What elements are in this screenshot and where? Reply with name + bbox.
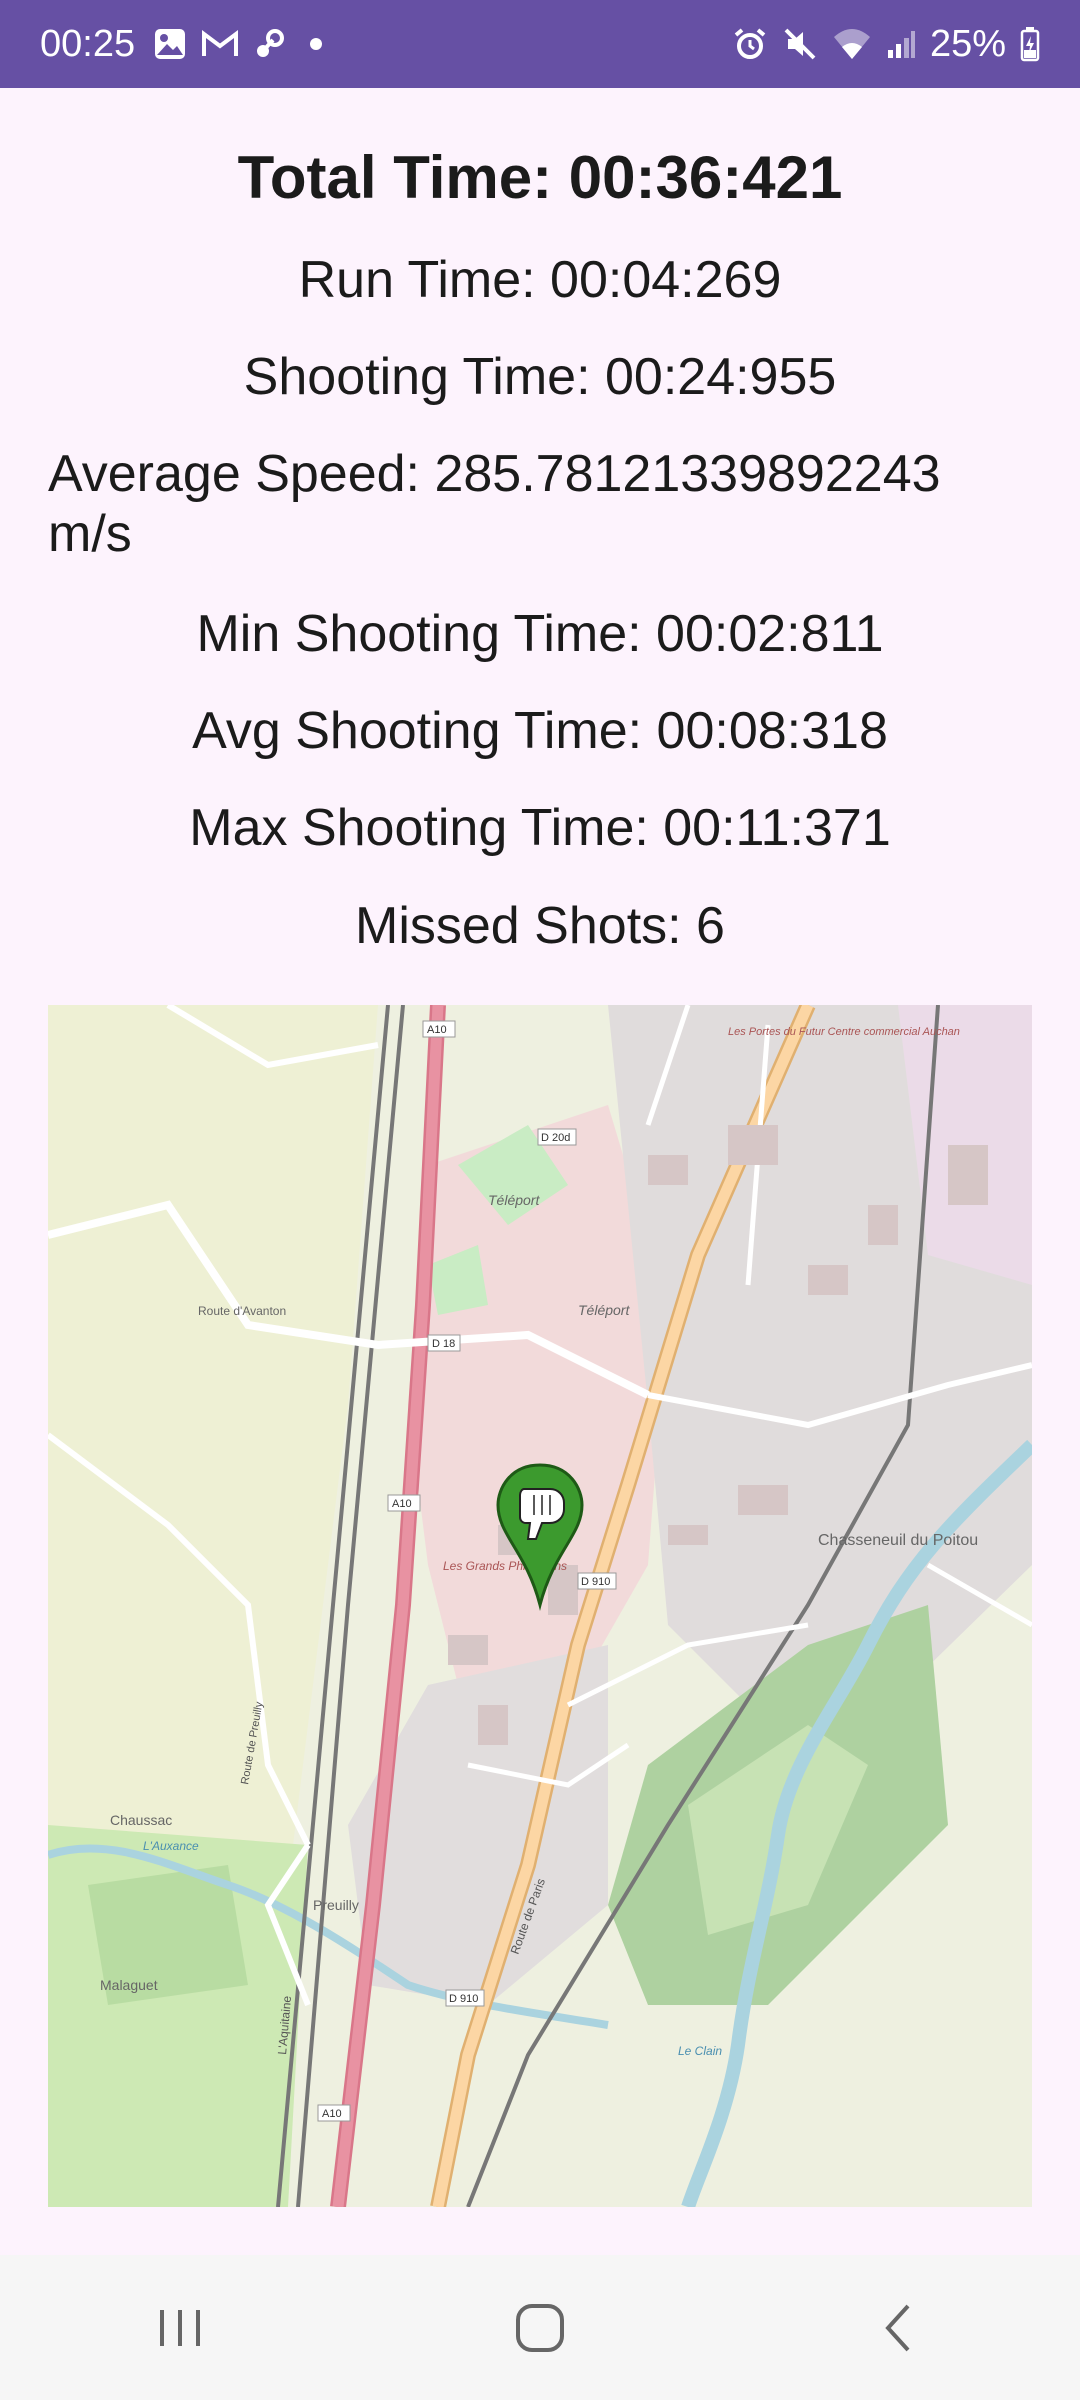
battery-percent: 25% xyxy=(929,22,1006,65)
alarm-icon xyxy=(732,26,768,62)
dot-icon xyxy=(301,29,331,59)
map-label-route-avanton: Route d'Avanton xyxy=(198,1304,286,1318)
signal-icon xyxy=(886,28,916,60)
missed-shots-label: Missed Shots: 6 xyxy=(355,897,725,955)
map-shield-a10-3: A10 xyxy=(322,2108,342,2120)
map-shield-d18: D 18 xyxy=(432,1338,455,1350)
map-shield-d20d: D 20d xyxy=(541,1132,570,1144)
recents-icon xyxy=(160,2309,200,2346)
min-shooting-time-label: Min Shooting Time: 00:02:811 xyxy=(196,605,884,663)
navigation-bar xyxy=(0,2255,1080,2400)
avg-shooting-time-label: Avg Shooting Time: 00:08:318 xyxy=(192,702,888,760)
gmail-icon xyxy=(201,29,239,59)
shooting-time-label: Shooting Time: 00:24:955 xyxy=(243,348,837,406)
map-label-malaguet: Malaguet xyxy=(100,1977,158,1993)
max-shooting-time-label: Max Shooting Time: 00:11:371 xyxy=(189,799,891,857)
run-time-label: Run Time: 00:04:269 xyxy=(298,251,782,309)
steam-icon xyxy=(253,27,287,61)
back-icon xyxy=(885,2304,910,2351)
map-shield-a10-2: A10 xyxy=(392,1498,412,1510)
gallery-icon xyxy=(153,27,187,61)
status-left-icons xyxy=(153,27,331,61)
mute-icon xyxy=(782,26,818,62)
map-canvas[interactable]: Téléport Téléport Chasseneuil du Poitou … xyxy=(48,1005,1032,2207)
map-view[interactable]: Téléport Téléport Chasseneuil du Poitou … xyxy=(48,1005,1032,2207)
status-bar: 00:25 25% xyxy=(0,0,1080,88)
map-label-auchan: Les Portes du Futur Centre commercial Au… xyxy=(728,1026,960,1038)
map-shield-d910: D 910 xyxy=(581,1576,610,1588)
map-label-chasseneuil: Chasseneuil du Poitou xyxy=(818,1532,978,1549)
wifi-icon xyxy=(832,27,872,61)
map-label-teleport: Téléport xyxy=(488,1192,540,1208)
average-speed-label: Average Speed: 285.78121339892243 m/s xyxy=(48,445,941,563)
home-button[interactable] xyxy=(480,2278,600,2378)
status-time: 00:25 xyxy=(40,22,136,65)
map-label-chaussac: Chaussac xyxy=(110,1812,172,1828)
map-label-teleport-2: Téléport xyxy=(578,1302,630,1318)
map-label-preuilly: Preuilly xyxy=(313,1897,359,1913)
status-right-icons: 25% xyxy=(732,23,1040,66)
recents-button[interactable] xyxy=(120,2278,240,2378)
home-icon xyxy=(516,2303,564,2352)
total-time-label: Total Time: 00:36:421 xyxy=(237,144,843,211)
back-button[interactable] xyxy=(840,2278,960,2378)
map-shield-a10: A10 xyxy=(427,1024,447,1036)
map-label-le-clain: Le Clain xyxy=(678,2044,722,2058)
battery-icon xyxy=(1020,26,1040,62)
map-label-auxance: L'Auxance xyxy=(143,1839,199,1853)
map-shield-d910-2: D 910 xyxy=(449,1993,478,2005)
